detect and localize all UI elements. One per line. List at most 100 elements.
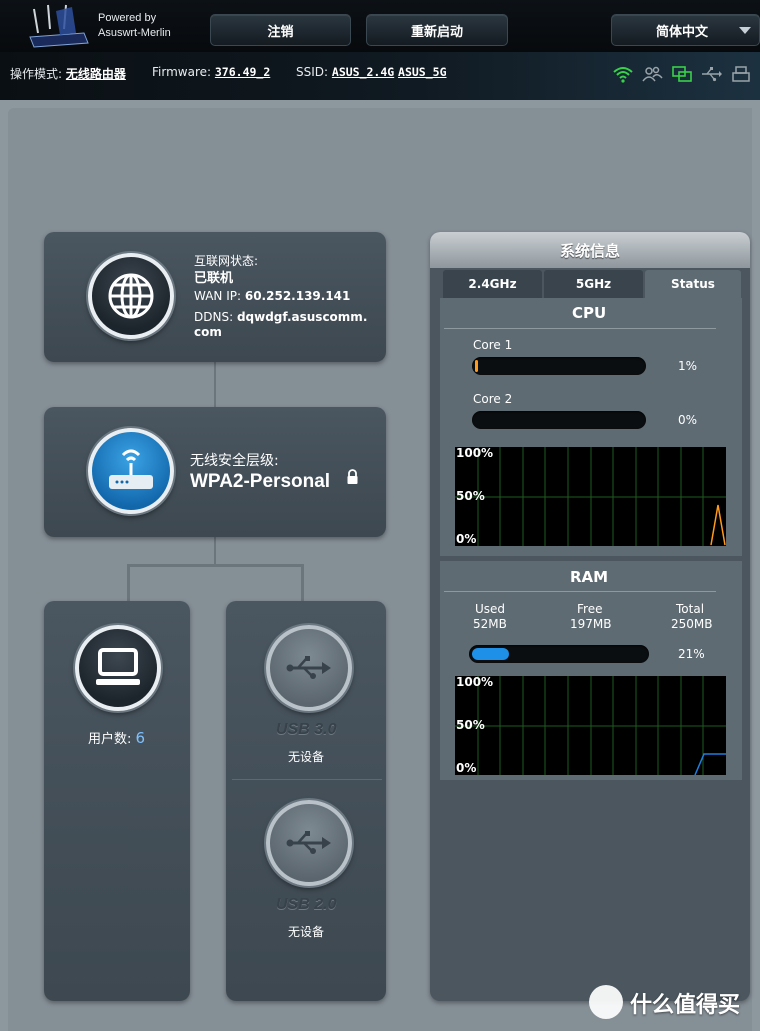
firmware-info: Firmware: 376.49_2 <box>152 65 270 79</box>
ram-total-value: 250MB <box>671 617 713 631</box>
language-select[interactable]: 简体中文 <box>611 14 760 46</box>
cpu-section: CPU Core 1 1% Core 2 0% 100% 50% 0% <box>440 298 742 556</box>
globe-glyph-icon <box>108 273 154 319</box>
ram-usage-line <box>455 676 726 775</box>
tab-status[interactable]: Status <box>645 270 741 298</box>
wifi-icon[interactable] <box>612 65 634 83</box>
clients-card[interactable]: 用户数: 6 <box>44 601 190 1001</box>
ram-title: RAM <box>570 568 609 586</box>
ram-graph: 100% 50% 0% <box>455 675 726 775</box>
ram-rule <box>444 591 716 592</box>
cpu-usage-polyline <box>710 504 726 546</box>
ram-usage-polyline <box>694 753 726 775</box>
clients-label: 用户数: <box>88 732 132 747</box>
usb-icon[interactable] <box>700 65 722 83</box>
cpu-graph-label-0: 0% <box>456 532 477 546</box>
core1-value: 1% <box>678 359 698 373</box>
ssid-info: SSID: ASUS_2.4G ASUS_5G <box>296 65 447 79</box>
tab-2-4ghz[interactable]: 2.4GHz <box>443 270 542 298</box>
router-icon <box>88 428 174 514</box>
router-logo-icon <box>29 4 89 48</box>
status-bar: 操作模式: 无线路由器 Firmware: 376.49_2 SSID: ASU… <box>0 52 760 100</box>
ddns-row: DDNS: dqwdgf.asuscomm. <box>194 310 367 324</box>
chevron-down-icon <box>739 27 751 34</box>
top-bar: Powered by Asuswrt-Merlin 注销 重新启动 简体中文 <box>0 0 760 52</box>
wan-ip-label: WAN IP: <box>194 289 242 303</box>
connector-line <box>127 564 130 602</box>
internet-status-card[interactable]: 互联网状态: 已联机 WAN IP: 60.252.139.141 DDNS: … <box>44 232 386 362</box>
core2-label: Core 2 <box>473 392 513 406</box>
usb2-port-icon[interactable] <box>266 800 352 886</box>
lock-icon <box>347 469 358 484</box>
logout-button[interactable]: 注销 <box>210 14 351 46</box>
cpu-title: CPU <box>572 304 607 322</box>
connector-line <box>214 536 216 566</box>
powered-line2: Asuswrt-Merlin <box>98 27 171 39</box>
usb3-status: 无设备 <box>288 750 325 764</box>
router-glyph-icon <box>109 449 153 489</box>
connector-line <box>127 564 304 567</box>
connector-line <box>214 360 216 408</box>
firmware-label: Firmware: <box>152 65 212 79</box>
ram-bar-fill <box>472 648 509 660</box>
system-info-title: 系统信息 <box>430 232 750 268</box>
usb-glyph-icon <box>286 656 331 679</box>
clients-icon[interactable] <box>641 65 663 83</box>
ram-usage-value: 21% <box>678 647 705 661</box>
core1-label: Core 1 <box>473 338 513 352</box>
mode-link[interactable]: 无线路由器 <box>66 67 126 81</box>
mode-label: 操作模式: <box>10 67 63 81</box>
ram-graph-label-0: 0% <box>456 761 477 775</box>
globe-icon <box>88 253 174 339</box>
computer-icon <box>75 625 161 711</box>
ram-graph-label-50: 50% <box>456 718 485 732</box>
clients-count-link[interactable]: 6 <box>136 729 146 747</box>
ddns-label: DDNS: <box>194 310 234 324</box>
cpu-usage-line <box>455 447 726 546</box>
ram-bar <box>469 645 649 663</box>
core1-bar-fill <box>475 360 478 372</box>
usb3-port-icon[interactable] <box>266 625 352 711</box>
cpu-graph: 100% 50% 0% <box>455 446 726 546</box>
ram-section: RAM Used 52MB Free 197MB Total 250MB 21%… <box>440 561 742 780</box>
ram-free-label: Free <box>577 602 603 616</box>
monitor-glyph-icon <box>96 648 140 685</box>
core2-value: 0% <box>678 413 698 427</box>
network-icon[interactable] <box>671 65 693 83</box>
clients-row: 用户数: 6 <box>88 728 145 747</box>
reboot-button[interactable]: 重新启动 <box>366 14 508 46</box>
usb2-status: 无设备 <box>288 925 325 939</box>
watermark-text: 什么值得买 <box>630 993 741 1018</box>
ram-total-label: Total <box>676 602 705 616</box>
operation-mode: 操作模式: 无线路由器 <box>10 65 126 82</box>
wireless-security-card[interactable]: 无线安全层级: WPA2-Personal <box>44 407 386 537</box>
usb2-name: USB 2.0 <box>276 896 337 913</box>
ssid-5-link[interactable]: ASUS_5G <box>398 65 446 79</box>
printer-icon[interactable] <box>730 65 752 83</box>
powered-by-text: Powered by Asuswrt-Merlin <box>98 11 171 41</box>
internet-status-value: 已联机 <box>194 271 234 286</box>
usb-glyph-icon <box>286 831 331 854</box>
usb-divider <box>232 779 382 780</box>
ddns-value: dqwdgf.asuscomm. <box>236 310 368 324</box>
watermark-logo-icon <box>589 985 623 1019</box>
ssid-24-link[interactable]: ASUS_2.4G <box>332 65 394 79</box>
wireless-security-label: 无线安全层级: <box>190 453 279 469</box>
tab-5ghz[interactable]: 5GHz <box>544 270 643 298</box>
firmware-link[interactable]: 376.49_2 <box>215 65 270 79</box>
ram-used-value: 52MB <box>473 617 507 631</box>
wan-ip-value: 60.252.139.141 <box>244 289 351 303</box>
ram-graph-label-100: 100% <box>456 675 494 689</box>
language-label: 简体中文 <box>656 24 709 40</box>
usb3-name: USB 3.0 <box>276 721 337 738</box>
ram-free-value: 197MB <box>570 617 612 631</box>
cpu-rule <box>444 328 716 329</box>
core2-bar <box>472 411 646 429</box>
core1-bar <box>472 357 646 375</box>
ddns-value-cont: com <box>194 325 222 339</box>
usb-card: USB 3.0 无设备 USB 2.0 无设备 <box>226 601 386 1001</box>
powered-line1: Powered by <box>98 12 157 24</box>
ssid-label: SSID: <box>296 65 329 79</box>
connector-line <box>301 564 304 602</box>
wan-ip-row: WAN IP: 60.252.139.141 <box>194 289 350 303</box>
